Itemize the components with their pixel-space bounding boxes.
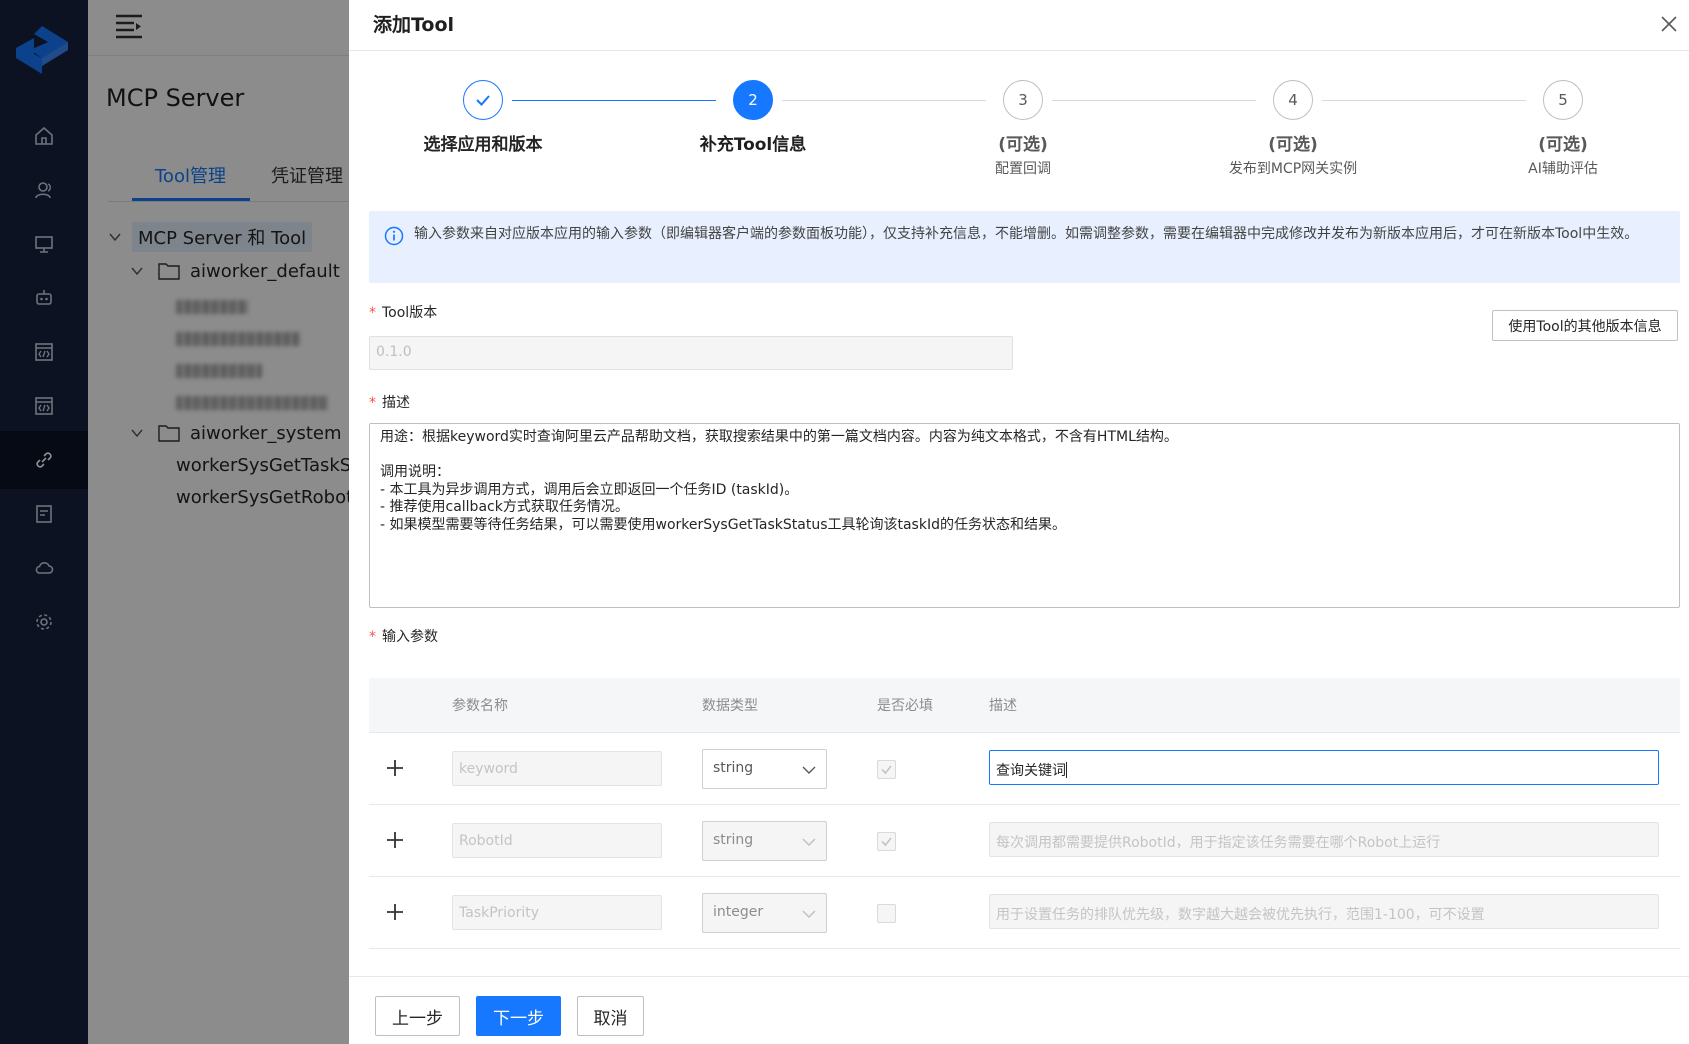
cancel-button[interactable]: 取消 <box>577 996 644 1036</box>
chevron-down-icon <box>802 910 816 918</box>
param-name-input: keyword <box>452 751 662 786</box>
next-step-button[interactable]: 下一步 <box>476 996 561 1036</box>
param-desc-value: 查询关键词 <box>996 763 1066 779</box>
step-connector <box>512 100 716 101</box>
check-icon <box>476 95 490 106</box>
param-type-value: string <box>713 760 754 776</box>
param-desc-input: 每次调用都需要提供RobotId，用于指定该任务需要在哪个Robot上运行 <box>989 822 1659 857</box>
column-header-name: 参数名称 <box>452 698 508 714</box>
param-type-select: integer <box>702 893 827 933</box>
text-cursor <box>1066 762 1067 778</box>
description-textarea[interactable]: 用途：根据keyword实时查询阿里云产品帮助文档，获取搜索结果中的第一篇文档内… <box>369 423 1680 608</box>
step-3-circle: 3 <box>1003 80 1043 120</box>
step-5-desc: AI辅助评估 <box>1528 161 1598 177</box>
step-3-desc: 配置回调 <box>995 161 1051 177</box>
step-3-title: (可选) <box>998 135 1048 155</box>
check-icon <box>881 765 892 775</box>
param-name-input: TaskPriority <box>452 895 662 930</box>
description-label: * 描述 <box>369 395 410 411</box>
table-row: TaskPriority integer 用于设置任务的排队优先级，数字越大越会… <box>369 878 1680 949</box>
add-tool-drawer: 添加Tool 选择应用和版本 2 补充Tool信息 3 (可选) 配置回调 4 … <box>349 0 1689 1044</box>
drawer-footer: 上一步 下一步 取消 <box>349 976 1689 1044</box>
param-type-select[interactable]: string <box>702 749 827 789</box>
table-row: keyword string 查询关键词 <box>369 734 1680 805</box>
chevron-down-icon <box>802 766 816 774</box>
required-checkbox <box>877 904 896 923</box>
param-desc-input[interactable]: 查询关键词 <box>989 750 1659 785</box>
step-connector <box>1322 100 1526 101</box>
drawer-title: 添加Tool <box>373 14 455 36</box>
step-connector <box>782 100 986 101</box>
expand-plus-icon[interactable] <box>385 902 405 922</box>
step-2-title: 补充Tool信息 <box>699 135 807 155</box>
param-name-input: RobotId <box>452 823 662 858</box>
step-4-title: (可选) <box>1268 135 1318 155</box>
use-other-version-button[interactable]: 使用Tool的其他版本信息 <box>1492 310 1678 341</box>
param-type-select: string <box>702 821 827 861</box>
column-header-desc: 描述 <box>989 698 1017 714</box>
param-desc-input: 用于设置任务的排队优先级，数字越大越会被优先执行，范围1-100，可不设置 <box>989 894 1659 929</box>
step-4-desc: 发布到MCP网关实例 <box>1228 161 1358 177</box>
expand-plus-icon[interactable] <box>385 830 405 850</box>
step-1-title: 选择应用和版本 <box>423 135 543 155</box>
param-type-value: string <box>713 832 754 848</box>
step-4-circle: 4 <box>1273 80 1313 120</box>
table-row: RobotId string 每次调用都需要提供RobotId，用于指定该任务需… <box>369 806 1680 877</box>
column-header-type: 数据类型 <box>702 698 758 714</box>
tool-version-input: 0.1.0 <box>369 336 1013 370</box>
step-connector <box>1052 100 1256 101</box>
params-table-header: 参数名称 数据类型 是否必填 描述 <box>369 678 1680 733</box>
prev-step-button[interactable]: 上一步 <box>375 996 460 1036</box>
column-header-required: 是否必填 <box>877 698 933 714</box>
drawer-header: 添加Tool <box>349 0 1689 51</box>
tool-version-label: * Tool版本 <box>369 305 438 321</box>
step-1-circle <box>463 80 503 120</box>
step-5-title: (可选) <box>1538 135 1588 155</box>
step-2-circle: 2 <box>733 80 773 120</box>
input-params-label: * 输入参数 <box>369 629 438 645</box>
check-icon <box>881 837 892 847</box>
required-checkbox <box>877 760 896 779</box>
expand-plus-icon[interactable] <box>385 758 405 778</box>
param-type-value: integer <box>713 904 764 920</box>
chevron-down-icon <box>802 838 816 846</box>
close-icon[interactable] <box>1657 12 1681 36</box>
info-banner: 输入参数来自对应版本应用的输入参数（即编辑器客户端的参数面板功能），仅支持补充信… <box>369 211 1680 283</box>
required-checkbox <box>877 832 896 851</box>
info-icon <box>384 226 404 246</box>
info-text: 输入参数来自对应版本应用的输入参数（即编辑器客户端的参数面板功能），仅支持补充信… <box>414 226 1639 242</box>
step-5-circle: 5 <box>1543 80 1583 120</box>
